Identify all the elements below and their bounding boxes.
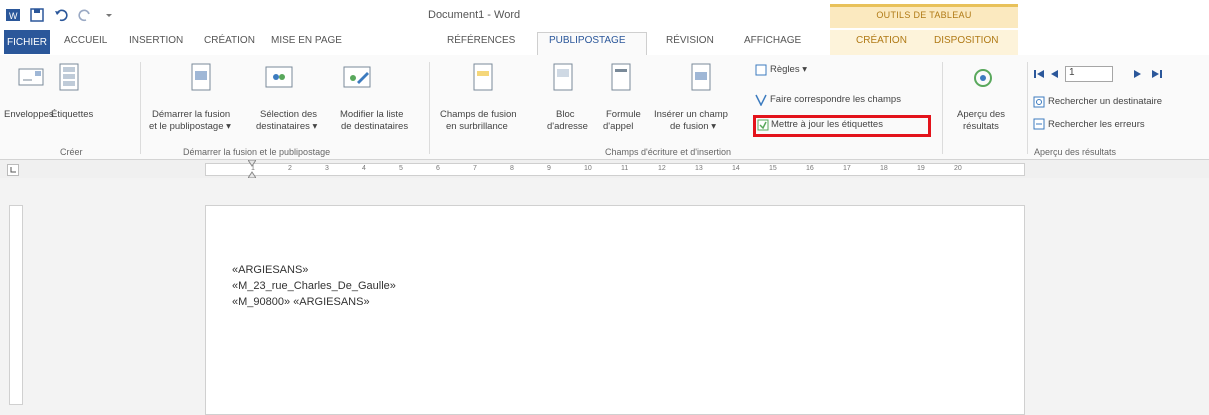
ruler-tick: 15 bbox=[769, 165, 777, 172]
tab-design[interactable]: CRÉATION bbox=[204, 35, 255, 46]
envelope-icon[interactable] bbox=[18, 66, 44, 88]
check-errors-icon[interactable] bbox=[1033, 118, 1045, 130]
group-separator bbox=[1027, 62, 1028, 154]
preview-results-icon[interactable] bbox=[968, 67, 998, 89]
last-record-icon[interactable] bbox=[1151, 68, 1163, 80]
edit-list-line2[interactable]: de destinataires bbox=[341, 121, 408, 133]
address-block-line1[interactable]: Bloc bbox=[556, 109, 574, 121]
record-number-input[interactable]: 1 bbox=[1065, 66, 1113, 82]
ruler-tick: 9 bbox=[547, 165, 551, 172]
find-recipient-icon[interactable] bbox=[1033, 96, 1045, 108]
first-record-icon[interactable] bbox=[1033, 68, 1045, 80]
insert-field-line2[interactable]: de fusion ▾ bbox=[670, 121, 716, 133]
preview-results-line2[interactable]: résultats bbox=[963, 121, 999, 133]
match-fields-button[interactable]: Faire correspondre les champs bbox=[770, 94, 901, 106]
indent-marker-icon[interactable] bbox=[248, 160, 256, 178]
ruler-tick: 16 bbox=[806, 165, 814, 172]
ruler-tick: 2 bbox=[288, 165, 292, 172]
group-separator bbox=[140, 62, 141, 154]
group-separator bbox=[429, 62, 430, 154]
ruler-tick: 12 bbox=[658, 165, 666, 172]
ruler-tick: 10 bbox=[584, 165, 592, 172]
ruler-tick: 20 bbox=[954, 165, 962, 172]
labels-button[interactable]: Étiquettes bbox=[51, 109, 93, 121]
highlight-fields-line2[interactable]: en surbrillance bbox=[446, 121, 508, 133]
ruler-tick: 11 bbox=[621, 165, 629, 172]
address-block-line2[interactable]: d'adresse bbox=[547, 121, 588, 133]
start-merge-line2[interactable]: et le publipostage ▾ bbox=[149, 121, 231, 133]
ruler-tick: 6 bbox=[436, 165, 440, 172]
tab-layout[interactable]: MISE EN PAGE bbox=[271, 35, 342, 46]
tab-table-layout[interactable]: DISPOSITION bbox=[934, 35, 998, 46]
highlight-fields-line1[interactable]: Champs de fusion bbox=[440, 109, 517, 121]
tab-insert[interactable]: INSERTION bbox=[129, 35, 183, 46]
ruler-tick: 4 bbox=[362, 165, 366, 172]
tab-view[interactable]: AFFICHAGE bbox=[744, 35, 801, 46]
ruler-tick: 18 bbox=[880, 165, 888, 172]
edit-recipient-list-icon[interactable] bbox=[343, 64, 371, 90]
highlight-fields-icon[interactable] bbox=[472, 63, 494, 91]
group-preview-label: Aperçu des résultats bbox=[1034, 147, 1117, 157]
document-line[interactable]: «M_90800» «ARGIESANS» bbox=[232, 296, 370, 308]
save-icon[interactable] bbox=[30, 8, 44, 22]
vertical-ruler[interactable] bbox=[9, 205, 23, 405]
ruler-tick: 19 bbox=[917, 165, 925, 172]
edit-list-line1[interactable]: Modifier la liste bbox=[340, 109, 403, 121]
horizontal-ruler[interactable]: 1 2 3 4 5 6 7 8 9 10 11 12 13 14 15 16 1… bbox=[205, 163, 1025, 176]
select-recipients-icon[interactable] bbox=[265, 64, 293, 90]
previous-record-icon[interactable] bbox=[1049, 68, 1059, 80]
quick-access-toolbar: W bbox=[6, 8, 116, 22]
rules-icon[interactable] bbox=[755, 64, 767, 76]
redo-icon[interactable] bbox=[78, 8, 92, 22]
tab-home[interactable]: ACCUEIL bbox=[64, 35, 107, 46]
undo-icon[interactable] bbox=[54, 8, 68, 22]
ruler-tick: 7 bbox=[473, 165, 477, 172]
window-title: Document1 - Word bbox=[428, 9, 521, 21]
tab-table-design[interactable]: CRÉATION bbox=[856, 35, 907, 46]
address-block-icon[interactable] bbox=[552, 63, 574, 91]
contextual-tab-label: OUTILS DE TABLEAU bbox=[876, 10, 972, 20]
ruler-tick: 13 bbox=[695, 165, 703, 172]
ruler-tick: 3 bbox=[325, 165, 329, 172]
word-app-icon: W bbox=[6, 9, 20, 21]
ruler-tick: 5 bbox=[399, 165, 403, 172]
document-page[interactable] bbox=[205, 205, 1025, 415]
tab-review[interactable]: RÉVISION bbox=[666, 35, 714, 46]
envelopes-button[interactable]: Enveloppes bbox=[4, 109, 54, 121]
tab-selector-icon[interactable] bbox=[7, 164, 19, 176]
tab-file[interactable]: FICHIER bbox=[4, 30, 50, 54]
greeting-line-line2[interactable]: d'appel bbox=[603, 121, 633, 133]
check-errors-button[interactable]: Rechercher les erreurs bbox=[1048, 119, 1145, 131]
rules-button[interactable]: Règles ▾ bbox=[770, 64, 807, 76]
title-bar bbox=[0, 0, 1209, 30]
highlight-box bbox=[753, 115, 931, 137]
start-merge-icon[interactable] bbox=[190, 63, 212, 91]
tab-mailings[interactable]: PUBLIPOSTAGE bbox=[549, 35, 626, 46]
svg-text:W: W bbox=[9, 11, 18, 21]
greeting-line-icon[interactable] bbox=[610, 63, 632, 91]
match-fields-icon[interactable] bbox=[755, 94, 767, 106]
ruler-tick: 14 bbox=[732, 165, 740, 172]
group-fields-label: Champs d'écriture et d'insertion bbox=[605, 147, 731, 157]
insert-merge-field-icon[interactable] bbox=[690, 63, 712, 91]
ruler-tick: 8 bbox=[510, 165, 514, 172]
group-start-label: Démarrer la fusion et le publipostage bbox=[183, 147, 331, 157]
select-recipients-line1[interactable]: Sélection des bbox=[260, 109, 317, 121]
start-merge-line1[interactable]: Démarrer la fusion bbox=[152, 109, 230, 121]
ruler-tick: 17 bbox=[843, 165, 851, 172]
tab-references[interactable]: RÉFÉRENCES bbox=[447, 35, 515, 46]
labels-icon[interactable] bbox=[58, 63, 80, 91]
insert-field-line1[interactable]: Insérer un champ bbox=[654, 109, 728, 121]
group-create-label: Créer bbox=[60, 147, 83, 157]
next-record-icon[interactable] bbox=[1133, 68, 1143, 80]
preview-results-line1[interactable]: Aperçu des bbox=[957, 109, 1005, 121]
document-line[interactable]: «ARGIESANS» bbox=[232, 264, 308, 276]
select-recipients-line2[interactable]: destinataires ▾ bbox=[256, 121, 317, 133]
group-separator bbox=[942, 62, 943, 154]
greeting-line-line1[interactable]: Formule bbox=[606, 109, 641, 121]
customize-qat-icon[interactable] bbox=[102, 8, 116, 22]
document-line[interactable]: «M_23_rue_Charles_De_Gaulle» bbox=[232, 280, 396, 292]
find-recipient-button[interactable]: Rechercher un destinataire bbox=[1048, 96, 1162, 108]
